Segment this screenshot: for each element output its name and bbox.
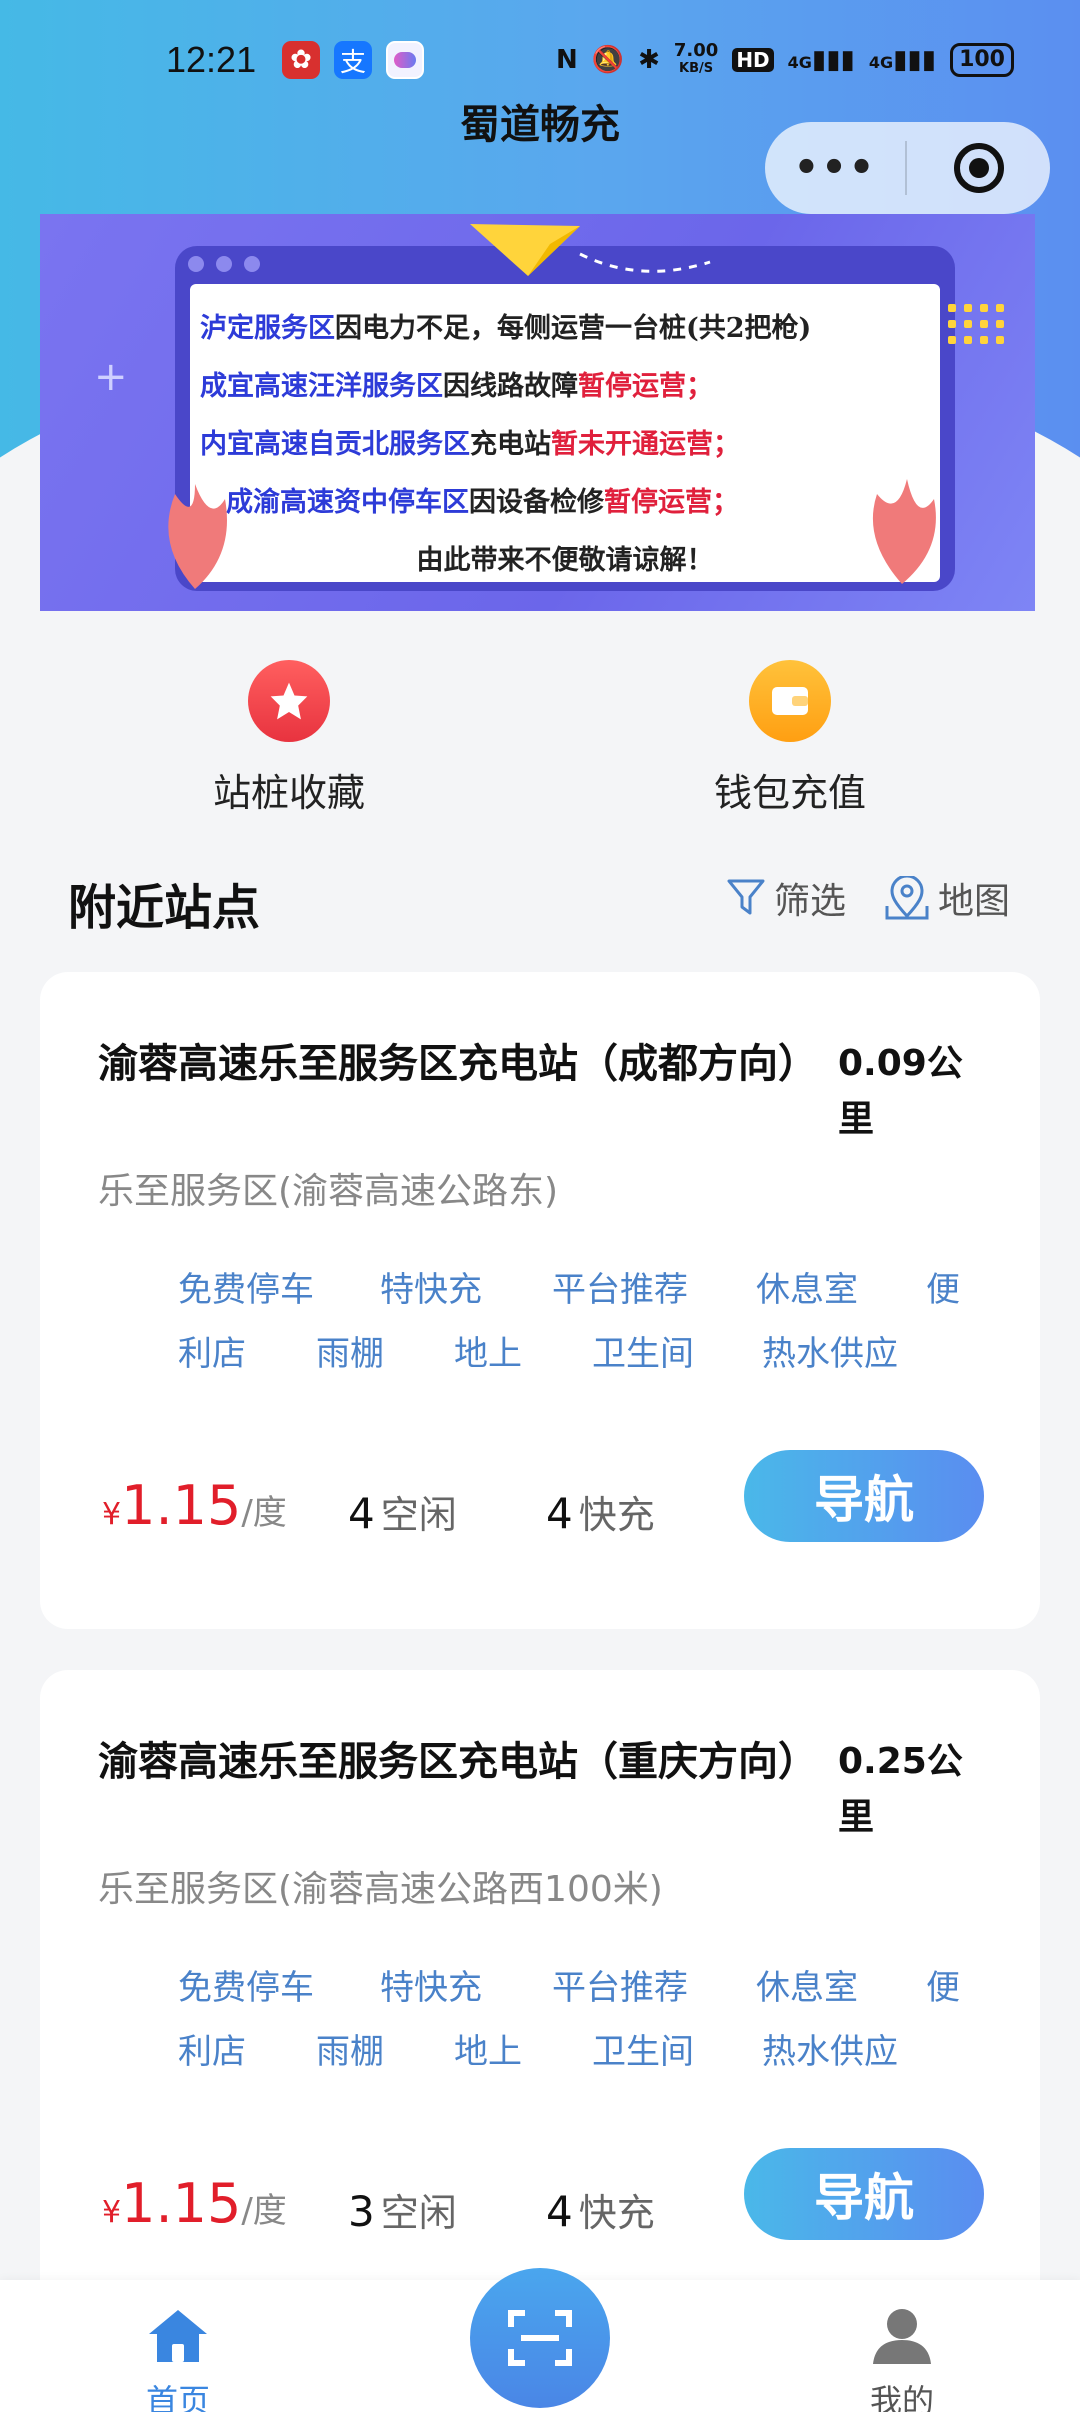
idle-count: 4 空闲: [348, 1489, 457, 1538]
tag: 平台推荐: [552, 1270, 688, 1310]
notice-line: 成渝高速资中停车区因设备检修暂停运营；: [226, 487, 739, 518]
tag: 平台推荐: [552, 1968, 688, 2008]
tag: 利店: [178, 2032, 246, 2072]
map-pin-icon: [885, 876, 929, 920]
notice-line: 成宜高速汪洋服务区因线路故障暂停运营；: [200, 371, 713, 402]
tag: 地上: [454, 2032, 522, 2072]
wallet-recharge-button[interactable]: 钱包充值: [640, 660, 940, 817]
user-icon: [873, 2309, 931, 2364]
tag: 休息室: [756, 1968, 858, 2008]
fast-charge-count: 4 快充: [546, 2187, 655, 2236]
notice-text: 泸定服务区因电力不足，每侧运营一台桩(共2把枪) 成宜高速汪洋服务区因线路故障暂…: [190, 284, 940, 582]
nfc-icon: N: [555, 45, 578, 75]
signal-icon: 4G▮▮▮: [787, 45, 855, 75]
home-icon: [149, 2310, 207, 2362]
tag: 特快充: [380, 1968, 482, 2008]
station-price: ¥1.15/度: [102, 2172, 287, 2235]
tag: 雨棚: [316, 2032, 384, 2072]
tab-home[interactable]: 首页: [78, 2306, 278, 2412]
tag: 卫生间: [592, 1334, 694, 1374]
idle-count: 3 空闲: [348, 2187, 457, 2236]
tag: 卫生间: [592, 2032, 694, 2072]
battery-icon: 100: [950, 43, 1014, 77]
leaf-decoration: [872, 479, 936, 584]
section-title: 附近站点: [68, 880, 261, 936]
station-name: 渝蓉高速乐至服务区充电站（成都方向）: [98, 1041, 818, 1087]
tab-home-label: 首页: [145, 2382, 210, 2412]
tag: 雨棚: [316, 1334, 384, 1374]
tag: 热水供应: [762, 1334, 898, 1374]
tag: 地上: [454, 1334, 522, 1374]
station-distance: 0.09公里: [838, 1043, 963, 1140]
wallet-label: 钱包充值: [713, 771, 866, 815]
scan-button[interactable]: [470, 2268, 610, 2408]
station-tags: 免费停车 特快充 平台推荐 休息室 便 利店 雨棚 地上 卫生间 热水供应: [98, 1960, 998, 2100]
notice-line: 内宜高速自贡北服务区充电站暂未开通运营；: [200, 429, 740, 460]
tag: 休息室: [756, 1270, 858, 1310]
bluetooth-icon: ✱: [638, 45, 660, 75]
station-address: 乐至服务区(渝蓉高速公路西100米): [98, 1869, 663, 1910]
station-address: 乐至服务区(渝蓉高速公路东): [98, 1171, 559, 1212]
target-icon[interactable]: [907, 141, 1050, 195]
tag: 热水供应: [762, 2032, 898, 2072]
mute-icon: 🔕: [591, 45, 625, 75]
favorites-button[interactable]: 站桩收藏: [139, 660, 439, 817]
star-icon: [248, 660, 330, 742]
notification-icons: ✿ 支: [282, 41, 424, 79]
station-tags: 免费停车 特快充 平台推荐 休息室 便 利店 雨棚 地上 卫生间 热水供应: [98, 1262, 998, 1402]
leaf-decoration: [168, 484, 227, 589]
app-notification-icon: [386, 41, 424, 79]
network-speed: 7.00 KB/S: [673, 40, 719, 77]
tag: 便: [926, 1968, 960, 2008]
tab-mine-label: 我的: [869, 2382, 934, 2412]
station-name: 渝蓉高速乐至服务区充电站（重庆方向）: [98, 1739, 818, 1785]
tag: 免费停车: [178, 1968, 314, 2008]
tag: 利店: [178, 1334, 246, 1374]
navigate-button[interactable]: 导航: [744, 1450, 984, 1542]
station-distance: 0.25公里: [838, 1741, 963, 1838]
tab-mine[interactable]: 我的: [802, 2306, 1002, 2412]
navigate-button[interactable]: 导航: [744, 2148, 984, 2240]
plus-decoration: +: [94, 354, 128, 400]
status-time: 12:21: [166, 39, 257, 80]
dot-grid-decoration: [948, 304, 1004, 344]
wallet-icon: [749, 660, 831, 742]
alipay-icon: 支: [334, 41, 372, 79]
station-price: ¥1.15/度: [102, 1474, 287, 1537]
more-dots-icon[interactable]: •••: [765, 145, 905, 191]
map-label: 地图: [938, 881, 1011, 922]
tag: 特快充: [380, 1270, 482, 1310]
signal-icon: 4G▮▮▮: [868, 45, 937, 75]
notice-line: 由此带来不便敬请谅解！: [416, 545, 714, 576]
hd-icon: HD: [732, 48, 774, 72]
status-bar: 12:21 ✿ 支 N 🔕 ✱ 7.00 KB/S HD 4G▮▮▮ 4G▮▮▮…: [0, 30, 1080, 90]
notice-line: 泸定服务区因电力不足，每侧运营一台桩(共2把枪): [200, 313, 812, 344]
station-card[interactable]: 渝蓉高速乐至服务区充电站（重庆方向） 0.25公里 乐至服务区(渝蓉高速公路西1…: [40, 1670, 1040, 2310]
favorites-label: 站桩收藏: [212, 771, 365, 815]
mini-program-capsule: •••: [765, 122, 1050, 214]
tag: 免费停车: [178, 1270, 314, 1310]
fast-charge-count: 4 快充: [546, 1489, 655, 1538]
status-indicators: N 🔕 ✱ 7.00 KB/S HD 4G▮▮▮ 4G▮▮▮ 100: [556, 42, 1014, 78]
tag: 便: [926, 1270, 960, 1310]
map-button[interactable]: 地图: [884, 872, 1010, 924]
scan-icon: [508, 2310, 572, 2366]
filter-label: 筛选: [774, 881, 847, 922]
station-card[interactable]: 渝蓉高速乐至服务区充电站（成都方向） 0.09公里 乐至服务区(渝蓉高速公路东)…: [40, 972, 1040, 1629]
filter-icon: [727, 879, 765, 915]
notice-banner[interactable]: + 泸定服务区因电力不足，每侧运营一台桩(共2把枪) 成宜高速汪洋服务区因线路故…: [40, 214, 1035, 611]
app-notification-icon: ✿: [282, 41, 320, 79]
filter-button[interactable]: 筛选: [726, 872, 846, 924]
